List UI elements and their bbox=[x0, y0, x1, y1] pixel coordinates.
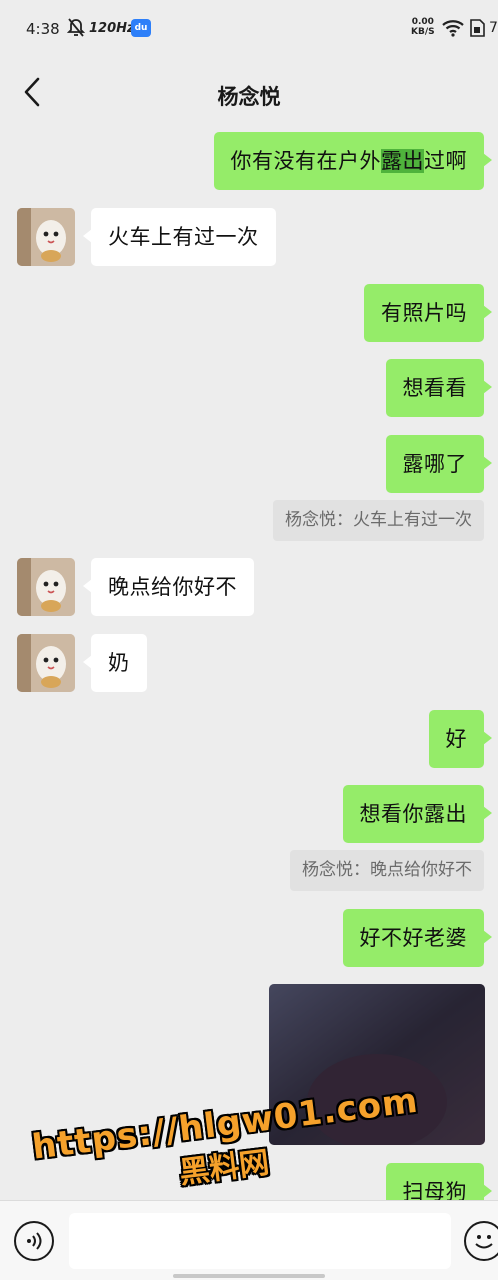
incoming-message[interactable]: 晚点给你好不 bbox=[83, 558, 254, 616]
chat-title: 杨念悦 bbox=[217, 85, 281, 109]
wifi-icon bbox=[442, 20, 464, 37]
voice-input-button[interactable] bbox=[14, 1221, 54, 1261]
sim-card-icon bbox=[470, 19, 485, 37]
outgoing-message[interactable]: 好不好老婆 bbox=[342, 909, 492, 967]
outgoing-message[interactable]: 你有没有在户外露出过啊 bbox=[213, 132, 492, 190]
message-text: 你有没有在户外 bbox=[230, 149, 381, 173]
home-indicator[interactable] bbox=[173, 1274, 325, 1278]
highlighted-text: 露出 bbox=[381, 149, 424, 173]
status-time: 4:38 bbox=[26, 20, 60, 38]
message-input-bar bbox=[0, 1200, 498, 1280]
net-speed-unit: KB/S bbox=[411, 27, 435, 37]
bell-muted-icon bbox=[67, 18, 85, 37]
avatar-image bbox=[17, 208, 75, 266]
contact-avatar[interactable] bbox=[17, 558, 75, 616]
outgoing-message[interactable]: 想看你露出 bbox=[342, 785, 492, 843]
incoming-message[interactable]: 奶 bbox=[83, 634, 147, 692]
battery-level: 7 bbox=[489, 20, 498, 36]
outgoing-message[interactable]: 想看看 bbox=[385, 359, 492, 417]
message-input[interactable] bbox=[69, 1213, 451, 1269]
quoted-reply[interactable]: 杨念悦：火车上有过一次 bbox=[273, 500, 484, 541]
quoted-reply[interactable]: 杨念悦：晚点给你好不 bbox=[290, 850, 484, 891]
refresh-rate-label: 120Hz bbox=[89, 21, 135, 36]
photo-thumbnail bbox=[269, 984, 485, 1145]
contact-avatar[interactable] bbox=[17, 634, 75, 692]
voice-icon bbox=[27, 1232, 42, 1250]
message-text: 过啊 bbox=[424, 149, 467, 173]
image-message[interactable] bbox=[269, 984, 485, 1145]
outgoing-message[interactable]: 有照片吗 bbox=[364, 284, 492, 342]
net-speed-value: 0.00 bbox=[411, 17, 434, 27]
incoming-message[interactable]: 火车上有过一次 bbox=[83, 208, 276, 266]
avatar-image bbox=[17, 558, 75, 616]
outgoing-message[interactable]: 好 bbox=[428, 710, 492, 768]
contact-avatar[interactable] bbox=[17, 208, 75, 266]
status-bar: 4:38 120Hz du 0.00 KB/S 7 bbox=[0, 0, 498, 56]
net-speed: 0.00 KB/S bbox=[411, 17, 435, 37]
avatar-image bbox=[17, 634, 75, 692]
emoji-button[interactable] bbox=[464, 1221, 498, 1261]
emoji-icon bbox=[475, 1235, 493, 1249]
chat-header: 杨念悦 bbox=[0, 56, 498, 130]
app-notification-icon: du bbox=[131, 19, 151, 37]
outgoing-message[interactable]: 露哪了 bbox=[385, 435, 492, 493]
